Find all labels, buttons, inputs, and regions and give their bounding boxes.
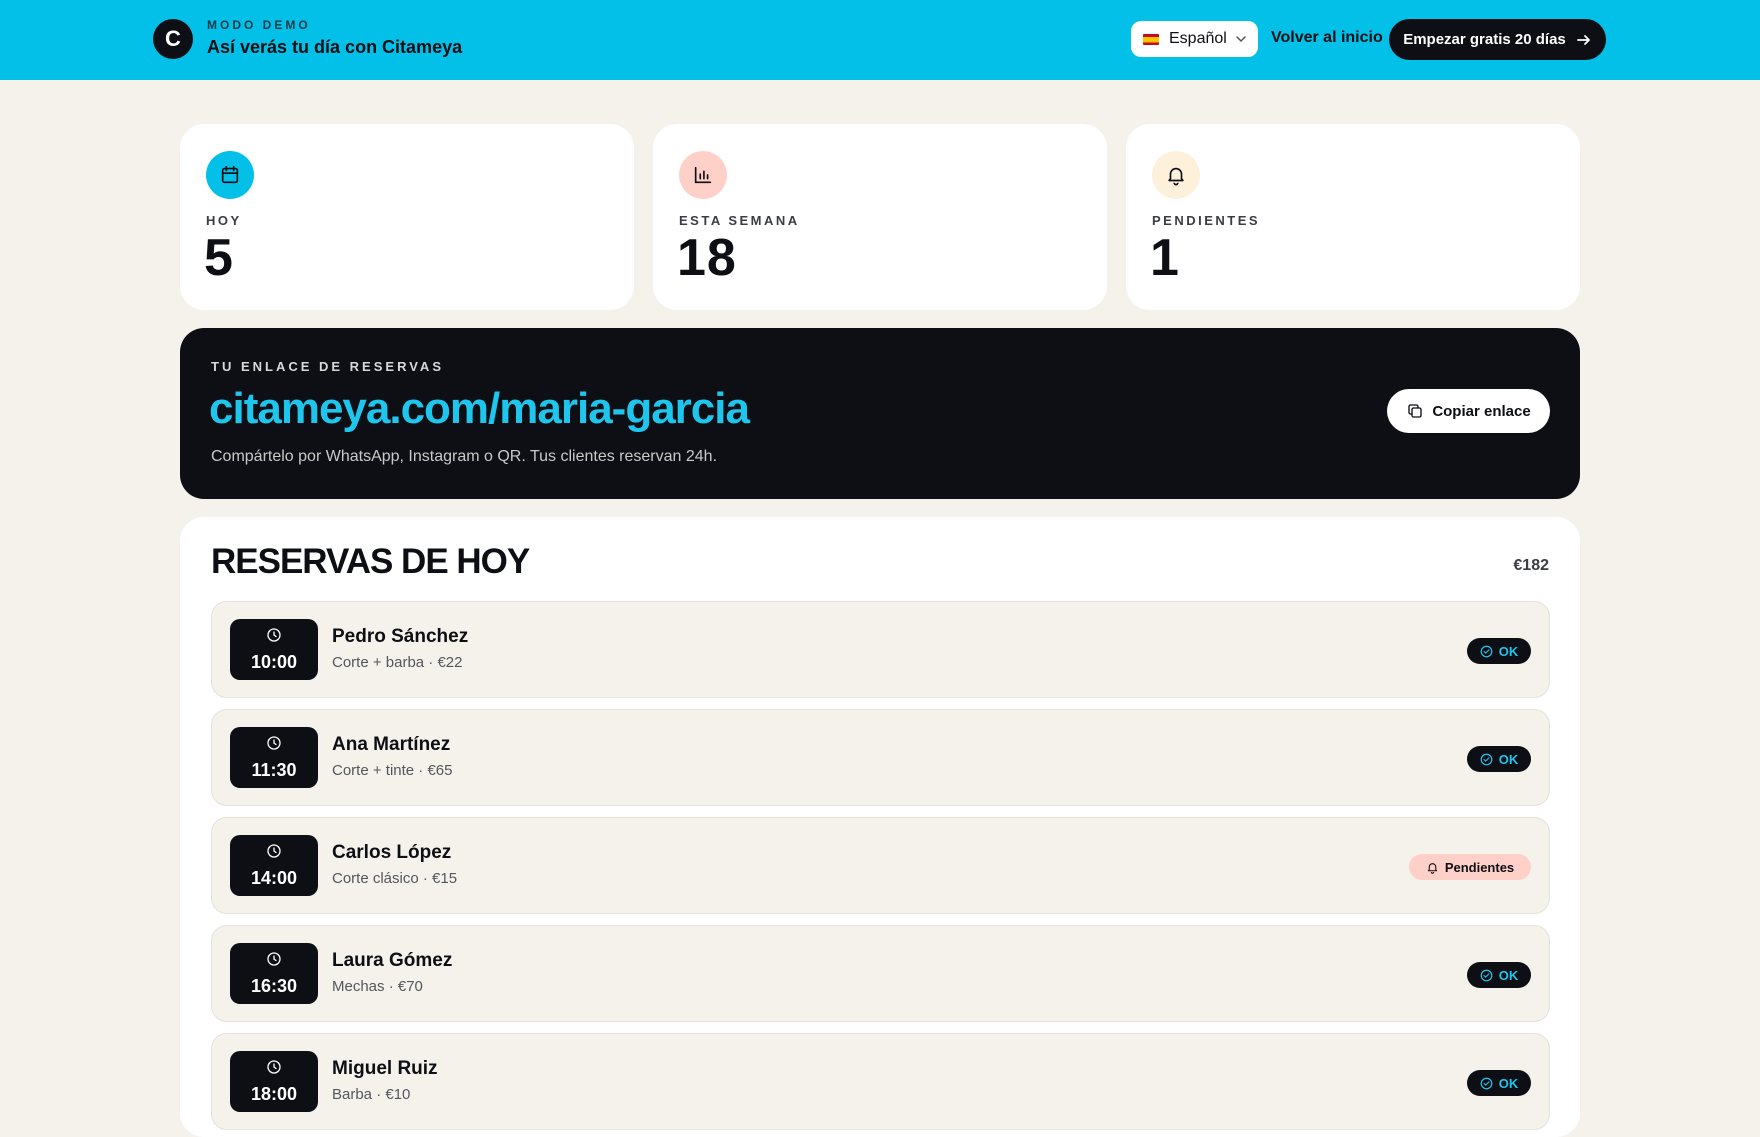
stat-label: PENDIENTES: [1152, 213, 1261, 228]
chevron-down-icon: [1235, 33, 1247, 45]
back-to-home-link[interactable]: Volver al inicio: [1271, 29, 1383, 47]
stat-card-week: ESTA SEMANA 18: [653, 124, 1107, 310]
bell-icon: [1152, 151, 1200, 199]
language-selector[interactable]: Español: [1131, 21, 1258, 57]
reservation-row[interactable]: 14:00 Carlos López Corte clásico · €15 P…: [211, 817, 1550, 914]
booking-link-url[interactable]: citameya.com/maria-garcia: [209, 384, 750, 434]
time-box: 11:30: [230, 727, 318, 788]
client-name: Laura Gómez: [332, 950, 453, 971]
service-detail: Corte + tinte · €65: [332, 762, 453, 779]
top-bar: C MODO DEMO Así verás tu día con Citamey…: [0, 0, 1760, 80]
reservation-time: 11:30: [251, 760, 297, 780]
stat-card-pending: PENDIENTES 1: [1126, 124, 1580, 310]
stat-value: 5: [204, 229, 234, 287]
check-circle-icon: [1480, 645, 1493, 658]
bell-icon: [1426, 861, 1439, 874]
check-circle-icon: [1480, 1077, 1493, 1090]
status-label: OK: [1498, 643, 1519, 659]
status-label: OK: [1498, 751, 1519, 767]
status-badge: OK: [1467, 638, 1531, 664]
service-detail: Barba · €10: [332, 1086, 411, 1103]
citameya-logo[interactable]: C: [153, 19, 193, 59]
stat-label: HOY: [206, 213, 242, 228]
reservation-time: 18:00: [250, 1084, 298, 1104]
spain-flag-icon: [1143, 33, 1159, 45]
reservation-row[interactable]: 18:00 Miguel Ruiz Barba · €10 OK: [211, 1033, 1550, 1130]
clock-icon: [266, 1059, 282, 1075]
status-label: OK: [1498, 967, 1519, 983]
client-name: Ana Martínez: [332, 734, 451, 755]
service-detail: Mechas · €70: [332, 978, 423, 995]
clock-icon: [266, 627, 282, 643]
stat-value: 18: [677, 229, 737, 287]
reservation-row[interactable]: 16:30 Laura Gómez Mechas · €70 OK: [211, 925, 1550, 1022]
reservation-row[interactable]: 11:30 Ana Martínez Corte + tinte · €65 O…: [211, 709, 1550, 806]
copy-link-label: Copiar enlace: [1432, 402, 1531, 420]
status-label: Pendientes: [1444, 859, 1515, 875]
clock-icon: [266, 843, 282, 859]
booking-link-title: TU ENLACE DE RESERVAS: [211, 359, 444, 374]
stat-value: 1: [1150, 229, 1180, 287]
client-name: Miguel Ruiz: [332, 1058, 438, 1079]
reservation-time: 14:00: [250, 868, 298, 888]
reservation-row[interactable]: 10:00 Pedro Sánchez Corte + barba · €22 …: [211, 601, 1550, 698]
booking-link-card: TU ENLACE DE RESERVAS citameya.com/maria…: [180, 328, 1580, 499]
arrow-right-icon: [1576, 32, 1592, 48]
reservations-card: RESERVAS DE HOY €182 10:00 Pedro Sánchez…: [180, 517, 1580, 1137]
clock-icon: [266, 951, 282, 967]
client-name: Pedro Sánchez: [332, 626, 469, 647]
service-detail: Corte + barba · €22: [332, 654, 463, 671]
bar-chart-icon: [679, 151, 727, 199]
time-box: 18:00: [230, 1051, 318, 1112]
service-detail: Corte clásico · €15: [332, 870, 458, 887]
time-box: 16:30: [230, 943, 318, 1004]
start-free-trial-button[interactable]: Empezar gratis 20 días: [1389, 19, 1606, 60]
reservations-title: RESERVAS DE HOY: [211, 542, 530, 581]
status-badge: Pendientes: [1409, 854, 1531, 880]
status-label: OK: [1498, 1075, 1519, 1091]
client-name: Carlos López: [332, 842, 452, 863]
time-box: 14:00: [230, 835, 318, 896]
copy-link-button[interactable]: Copiar enlace: [1387, 389, 1550, 433]
demo-mode-tag: MODO DEMO: [207, 18, 311, 32]
stat-label: ESTA SEMANA: [679, 213, 800, 228]
language-label: Español: [1169, 30, 1227, 47]
start-free-trial-label: Empezar gratis 20 días: [1403, 31, 1566, 48]
clock-icon: [266, 735, 282, 751]
calendar-icon: [206, 151, 254, 199]
reservation-time: 16:30: [250, 976, 298, 996]
status-badge: OK: [1467, 1070, 1531, 1096]
copy-icon: [1406, 402, 1424, 420]
stat-card-today: HOY 5: [180, 124, 634, 310]
check-circle-icon: [1480, 969, 1493, 982]
check-circle-icon: [1480, 753, 1493, 766]
reservation-time: 10:00: [250, 652, 298, 672]
booking-link-description: Compártelo por WhatsApp, Instagram o QR.…: [211, 448, 718, 465]
status-badge: OK: [1467, 962, 1531, 988]
time-box: 10:00: [230, 619, 318, 680]
demo-title: Así verás tu día con Citameya: [207, 37, 463, 57]
reservations-total: €182: [1513, 557, 1549, 574]
status-badge: OK: [1467, 746, 1531, 772]
